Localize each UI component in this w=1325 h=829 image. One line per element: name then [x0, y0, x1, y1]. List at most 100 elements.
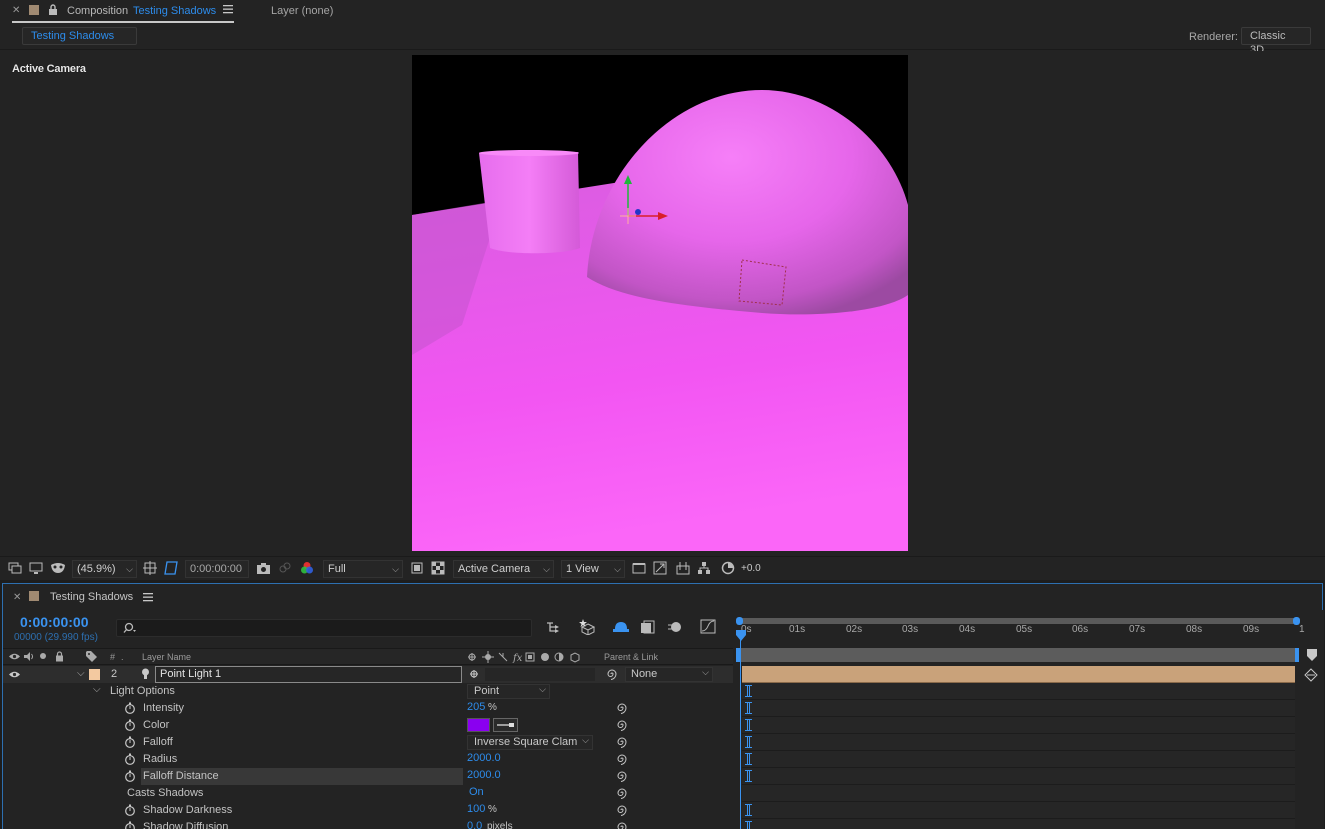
- property-row-color[interactable]: Color: [3, 717, 733, 734]
- layer-duration-bar[interactable]: [742, 666, 1295, 683]
- magnification-dropdown[interactable]: (45.9%) ⌵: [72, 560, 137, 578]
- property-row-falloff-distance[interactable]: Falloff Distance 2000.0: [3, 768, 733, 785]
- timeline-icon[interactable]: [676, 561, 692, 577]
- hamburger-icon[interactable]: [143, 592, 153, 602]
- toggle-pixel-aspect-icon[interactable]: [632, 561, 648, 577]
- stopwatch-icon[interactable]: [124, 736, 136, 748]
- region-of-interest-icon[interactable]: [164, 561, 180, 577]
- playhead-line[interactable]: [740, 630, 741, 829]
- layer-label-color[interactable]: [89, 669, 100, 680]
- flowchart-icon[interactable]: [697, 561, 713, 577]
- lock-icon[interactable]: [48, 4, 58, 16]
- hamburger-icon[interactable]: [223, 4, 233, 14]
- monitor-icon[interactable]: [29, 561, 45, 577]
- reset-exposure-icon[interactable]: [721, 561, 737, 577]
- lock-icon[interactable]: [55, 651, 64, 662]
- switches-area[interactable]: [485, 668, 595, 681]
- pick-whip-icon[interactable]: [616, 702, 628, 714]
- eye-icon[interactable]: [9, 652, 20, 661]
- property-value[interactable]: 0.0: [467, 820, 482, 829]
- work-area-end[interactable]: [1295, 648, 1299, 662]
- pick-whip-icon[interactable]: [616, 787, 628, 799]
- graph-editor-icon[interactable]: [700, 619, 716, 634]
- composition-tab-name[interactable]: Testing Shadows: [133, 5, 216, 17]
- layer-name-header[interactable]: Layer Name: [142, 652, 191, 662]
- playhead-handle[interactable]: [735, 630, 747, 642]
- property-value[interactable]: 2000.0: [467, 752, 501, 764]
- timeline-tab-name[interactable]: Testing Shadows: [50, 591, 133, 603]
- close-icon[interactable]: ✕: [12, 5, 20, 16]
- property-row-shadow-darkness[interactable]: Shadow Darkness 100 %: [3, 802, 733, 819]
- color-swatch[interactable]: [467, 718, 490, 732]
- view-layout-dropdown[interactable]: 1 View ⌵: [561, 560, 625, 578]
- keyframe-navigator-icon[interactable]: [1304, 668, 1318, 682]
- time-graph[interactable]: 0s 01s 02s 03s 04s 05s 06s 07s 08s 09s 1: [734, 610, 1324, 829]
- stopwatch-icon[interactable]: [124, 702, 136, 714]
- composition-mini-flowchart-icon[interactable]: [546, 620, 562, 634]
- shy-layers-icon[interactable]: [613, 620, 629, 634]
- pick-whip-icon[interactable]: [616, 804, 628, 816]
- property-row-casts-shadows[interactable]: Casts Shadows On: [3, 785, 733, 802]
- chevron-down-icon[interactable]: ⌵: [77, 668, 85, 679]
- renderer-dropdown[interactable]: Classic 3D: [1241, 27, 1311, 56]
- transparency-grid-icon[interactable]: [431, 561, 447, 577]
- frame-blending-icon[interactable]: [640, 620, 656, 634]
- eyedropper-icon[interactable]: [493, 718, 518, 732]
- property-row-radius[interactable]: Radius 2000.0: [3, 751, 733, 768]
- stopwatch-icon[interactable]: [124, 770, 136, 782]
- draft-3d-icon[interactable]: [579, 619, 597, 635]
- exposure-value[interactable]: +0.0: [741, 561, 761, 577]
- channel-rgb-icon[interactable]: [300, 561, 316, 577]
- shy-switch-icon[interactable]: [469, 668, 479, 680]
- pick-whip-icon[interactable]: [616, 770, 628, 782]
- parent-dropdown[interactable]: None ⌵: [625, 667, 713, 682]
- stopwatch-icon[interactable]: [124, 753, 136, 765]
- light-options-row[interactable]: ⌵ Light Options Point ⌵: [3, 683, 733, 700]
- pick-whip-icon[interactable]: [616, 821, 628, 829]
- fast-3d-icon[interactable]: [653, 561, 669, 577]
- mask-visibility-icon[interactable]: [50, 561, 66, 577]
- pick-whip-icon[interactable]: [616, 719, 628, 731]
- property-row-intensity[interactable]: Intensity 205 %: [3, 700, 733, 717]
- current-timecode[interactable]: 0:00:00:00: [20, 614, 89, 630]
- layer-tab[interactable]: Layer (none): [271, 5, 333, 17]
- composition-frame[interactable]: [412, 55, 908, 551]
- fast-previews-icon[interactable]: [410, 561, 426, 577]
- eye-icon[interactable]: [9, 670, 20, 679]
- time-ruler[interactable]: 0s 01s 02s 03s 04s 05s 06s 07s 08s 09s 1: [734, 620, 1324, 648]
- property-value[interactable]: 100: [467, 803, 485, 815]
- current-time-field[interactable]: 0:00:00:00: [185, 560, 249, 578]
- show-snapshot-icon[interactable]: [278, 561, 294, 577]
- property-row-shadow-diffusion[interactable]: Shadow Diffusion 0.0 pixels: [3, 819, 733, 829]
- close-icon[interactable]: ✕: [13, 592, 21, 603]
- label-tag-icon[interactable]: [86, 651, 98, 662]
- layer-row[interactable]: ⌵ 2 Point Light 1 None ⌵: [3, 666, 733, 683]
- speaker-icon[interactable]: [24, 652, 34, 661]
- chevron-down-icon[interactable]: ⌵: [93, 684, 101, 695]
- 3d-view-dropdown[interactable]: Active Camera ⌵: [453, 560, 554, 578]
- composition-tab-prefix[interactable]: Composition: [67, 5, 128, 17]
- motion-blur-icon[interactable]: [667, 620, 683, 634]
- resolution-dropdown[interactable]: Full ⌵: [323, 560, 403, 578]
- layer-search-input[interactable]: [116, 619, 532, 637]
- comp-end-marker-icon[interactable]: [1306, 648, 1318, 662]
- always-preview-icon[interactable]: [8, 561, 24, 577]
- property-value[interactable]: 205: [467, 701, 485, 713]
- pick-whip-icon[interactable]: [606, 668, 618, 680]
- property-row-falloff[interactable]: Falloff Inverse Square Clam ⌵: [3, 734, 733, 751]
- stopwatch-icon[interactable]: [124, 804, 136, 816]
- camera-snapshot-icon[interactable]: [256, 561, 272, 577]
- work-area-bar[interactable]: [736, 648, 1299, 662]
- pick-whip-icon[interactable]: [616, 736, 628, 748]
- falloff-dropdown[interactable]: Inverse Square Clam ⌵: [467, 735, 593, 750]
- grid-guides-icon[interactable]: [143, 561, 159, 577]
- composition-breadcrumb[interactable]: Testing Shadows: [22, 27, 137, 45]
- stopwatch-icon[interactable]: [124, 821, 136, 829]
- stopwatch-icon[interactable]: [124, 719, 136, 731]
- pick-whip-icon[interactable]: [616, 753, 628, 765]
- solo-icon[interactable]: [40, 653, 46, 659]
- light-type-dropdown[interactable]: Point ⌵: [467, 684, 550, 699]
- property-value[interactable]: 2000.0: [467, 769, 501, 781]
- layer-name-field[interactable]: Point Light 1: [155, 666, 462, 683]
- property-value[interactable]: On: [469, 786, 484, 798]
